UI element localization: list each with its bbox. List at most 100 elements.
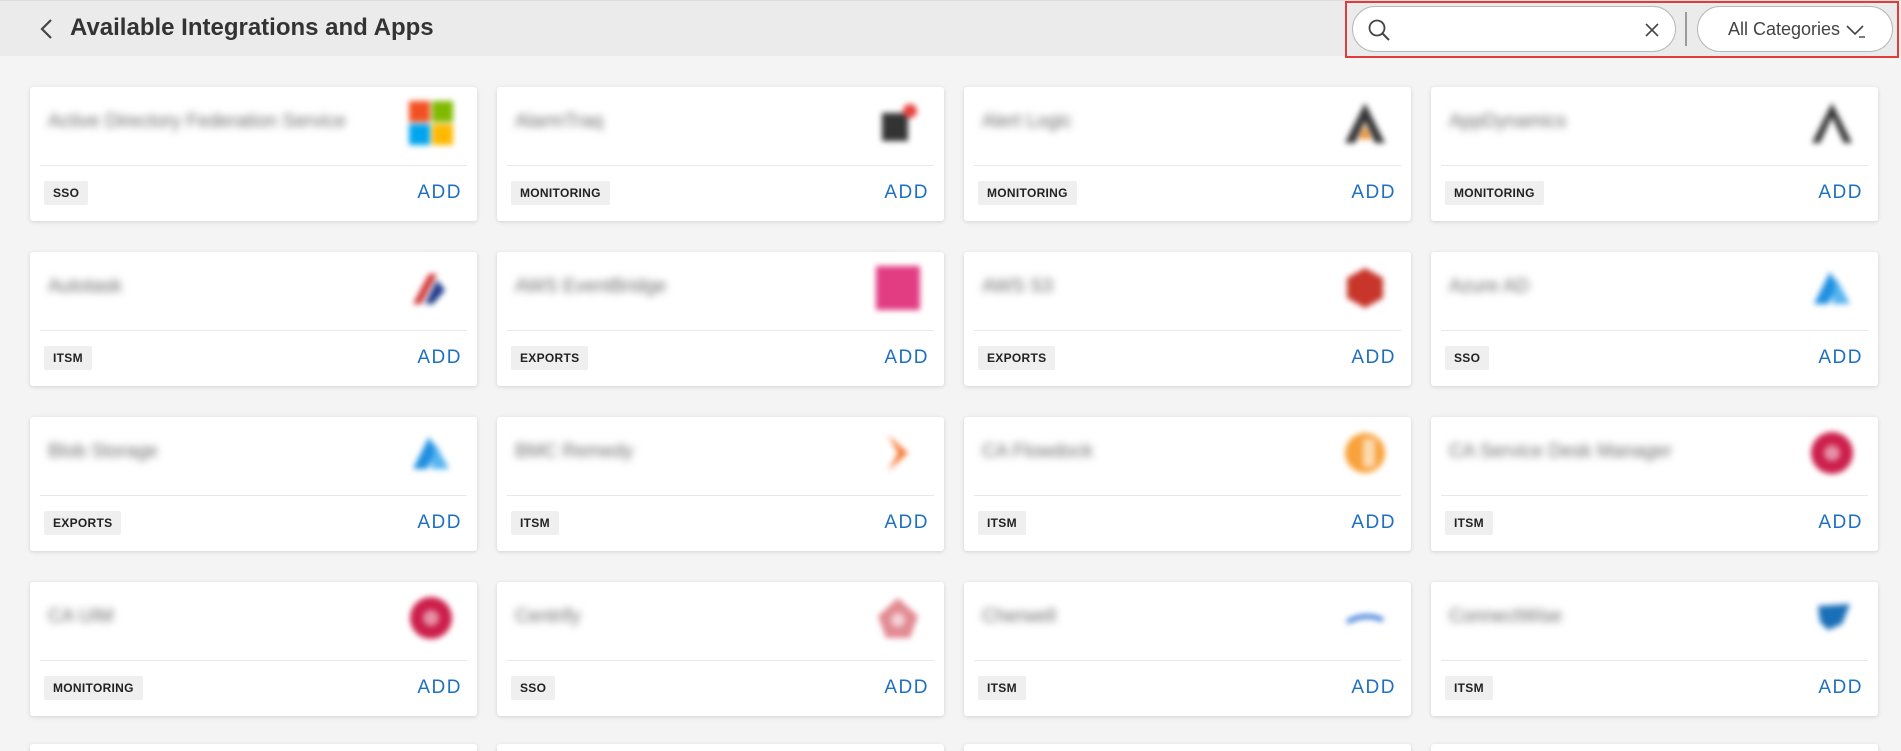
alarm-logo-icon <box>874 99 922 147</box>
integration-name: ConnectWise <box>1449 606 1562 627</box>
category-tag: SSO <box>511 676 556 700</box>
card-partial <box>30 744 477 751</box>
integration-name: Cherwell <box>982 606 1056 627</box>
ca-logo-icon <box>407 594 455 642</box>
add-button[interactable]: ADD <box>1351 182 1396 204</box>
card-divider <box>974 660 1401 661</box>
cherwell-logo-icon <box>1341 594 1389 642</box>
integration-card: CA Flowdock ITSM ADD <box>964 417 1411 551</box>
integration-name: AWS EventBridge <box>515 276 667 297</box>
card-divider <box>1441 660 1868 661</box>
bmc-logo-icon <box>874 429 922 477</box>
card-divider <box>507 495 934 496</box>
integration-card: Blob Storage EXPORTS ADD <box>30 417 477 551</box>
integration-name: AlarmTraq <box>515 111 603 132</box>
divider <box>1685 12 1687 46</box>
card-divider <box>507 165 934 166</box>
connectwise-logo-icon <box>1808 594 1856 642</box>
card-divider <box>974 165 1401 166</box>
integration-card: CA UIM MONITORING ADD <box>30 582 477 716</box>
add-button[interactable]: ADD <box>1351 677 1396 699</box>
category-tag: MONITORING <box>978 181 1077 205</box>
add-button[interactable]: ADD <box>1818 512 1863 534</box>
category-tag: ITSM <box>1445 511 1493 535</box>
integration-name: Blob Storage <box>48 441 158 462</box>
integration-card: BMC Remedy ITSM ADD <box>497 417 944 551</box>
add-button[interactable]: ADD <box>1351 512 1396 534</box>
integration-name: CA UIM <box>48 606 114 627</box>
category-tag: ITSM <box>511 511 559 535</box>
category-dropdown[interactable]: All Categories <box>1697 6 1893 52</box>
microsoft-logo-icon <box>407 99 455 147</box>
category-label: All Categories <box>1728 19 1841 39</box>
add-button[interactable]: ADD <box>1818 182 1863 204</box>
azure-logo-icon <box>1808 264 1856 312</box>
add-button[interactable]: ADD <box>1351 347 1396 369</box>
integration-name: BMC Remedy <box>515 441 634 462</box>
integration-name: Active Directory Federation Service <box>48 111 346 132</box>
card-divider <box>1441 330 1868 331</box>
category-tag: ITSM <box>44 346 92 370</box>
card-divider <box>40 330 467 331</box>
add-button[interactable]: ADD <box>884 677 929 699</box>
azure-logo-icon <box>407 429 455 477</box>
centrify-logo-icon <box>874 594 922 642</box>
appdynamics-logo-icon <box>1808 99 1856 147</box>
close-icon[interactable] <box>1643 21 1661 39</box>
add-button[interactable]: ADD <box>884 347 929 369</box>
card-partial <box>964 744 1411 751</box>
integration-card: Active Directory Federation Service SSO AD… <box>30 87 477 221</box>
category-tag: ITSM <box>978 511 1026 535</box>
category-tag: EXPORTS <box>44 511 122 535</box>
category-tag: MONITORING <box>1445 181 1544 205</box>
add-button[interactable]: ADD <box>1818 677 1863 699</box>
card-divider <box>507 330 934 331</box>
integration-card: AlarmTraq MONITORING ADD <box>497 87 944 221</box>
category-tag: SSO <box>1445 346 1490 370</box>
category-tag: MONITORING <box>511 181 610 205</box>
autotask-logo-icon <box>407 264 455 312</box>
card-divider <box>974 330 1401 331</box>
add-button[interactable]: ADD <box>884 512 929 534</box>
category-tag: MONITORING <box>44 676 143 700</box>
search-box[interactable] <box>1352 6 1676 52</box>
alertlogic-logo-icon <box>1341 99 1389 147</box>
integration-card: AWS S3 EXPORTS ADD <box>964 252 1411 386</box>
chevron-left-icon[interactable] <box>36 17 58 41</box>
chevron-down-icon <box>1846 25 1865 38</box>
add-button[interactable]: ADD <box>1818 347 1863 369</box>
add-button[interactable]: ADD <box>417 182 462 204</box>
search-input[interactable] <box>1401 15 1621 43</box>
integration-card: Autotask ITSM ADD <box>30 252 477 386</box>
s3-logo-icon <box>1341 264 1389 312</box>
integration-card: AppDynamics MONITORING ADD <box>1431 87 1878 221</box>
integration-name: AWS S3 <box>982 276 1054 297</box>
add-button[interactable]: ADD <box>417 347 462 369</box>
card-divider <box>40 660 467 661</box>
card-divider <box>1441 495 1868 496</box>
add-button[interactable]: ADD <box>417 512 462 534</box>
integration-card: CA Service Desk Manager ITSM ADD <box>1431 417 1878 551</box>
card-divider <box>1441 165 1868 166</box>
category-tag: ITSM <box>978 676 1026 700</box>
page-title: Available Integrations and Apps <box>70 14 434 41</box>
category-tag: EXPORTS <box>511 346 589 370</box>
add-button[interactable]: ADD <box>884 182 929 204</box>
eventbridge-logo-icon <box>874 264 922 312</box>
integration-name: Centrify <box>515 606 581 627</box>
integration-card: Alert Logic MONITORING ADD <box>964 87 1411 221</box>
card-divider <box>974 495 1401 496</box>
add-button[interactable]: ADD <box>417 677 462 699</box>
category-tag: SSO <box>44 181 89 205</box>
integration-name: CA Service Desk Manager <box>1449 441 1672 462</box>
flowdock-logo-icon <box>1341 429 1389 477</box>
integration-card: Azure AD SSO ADD <box>1431 252 1878 386</box>
card-divider <box>507 660 934 661</box>
integration-name: AppDynamics <box>1449 111 1567 132</box>
integration-name: Autotask <box>48 276 122 297</box>
card-divider <box>40 495 467 496</box>
integration-card: Centrify SSO ADD <box>497 582 944 716</box>
category-tag: EXPORTS <box>978 346 1056 370</box>
integration-name: CA Flowdock <box>982 441 1093 462</box>
integration-name: Azure AD <box>1449 276 1530 297</box>
